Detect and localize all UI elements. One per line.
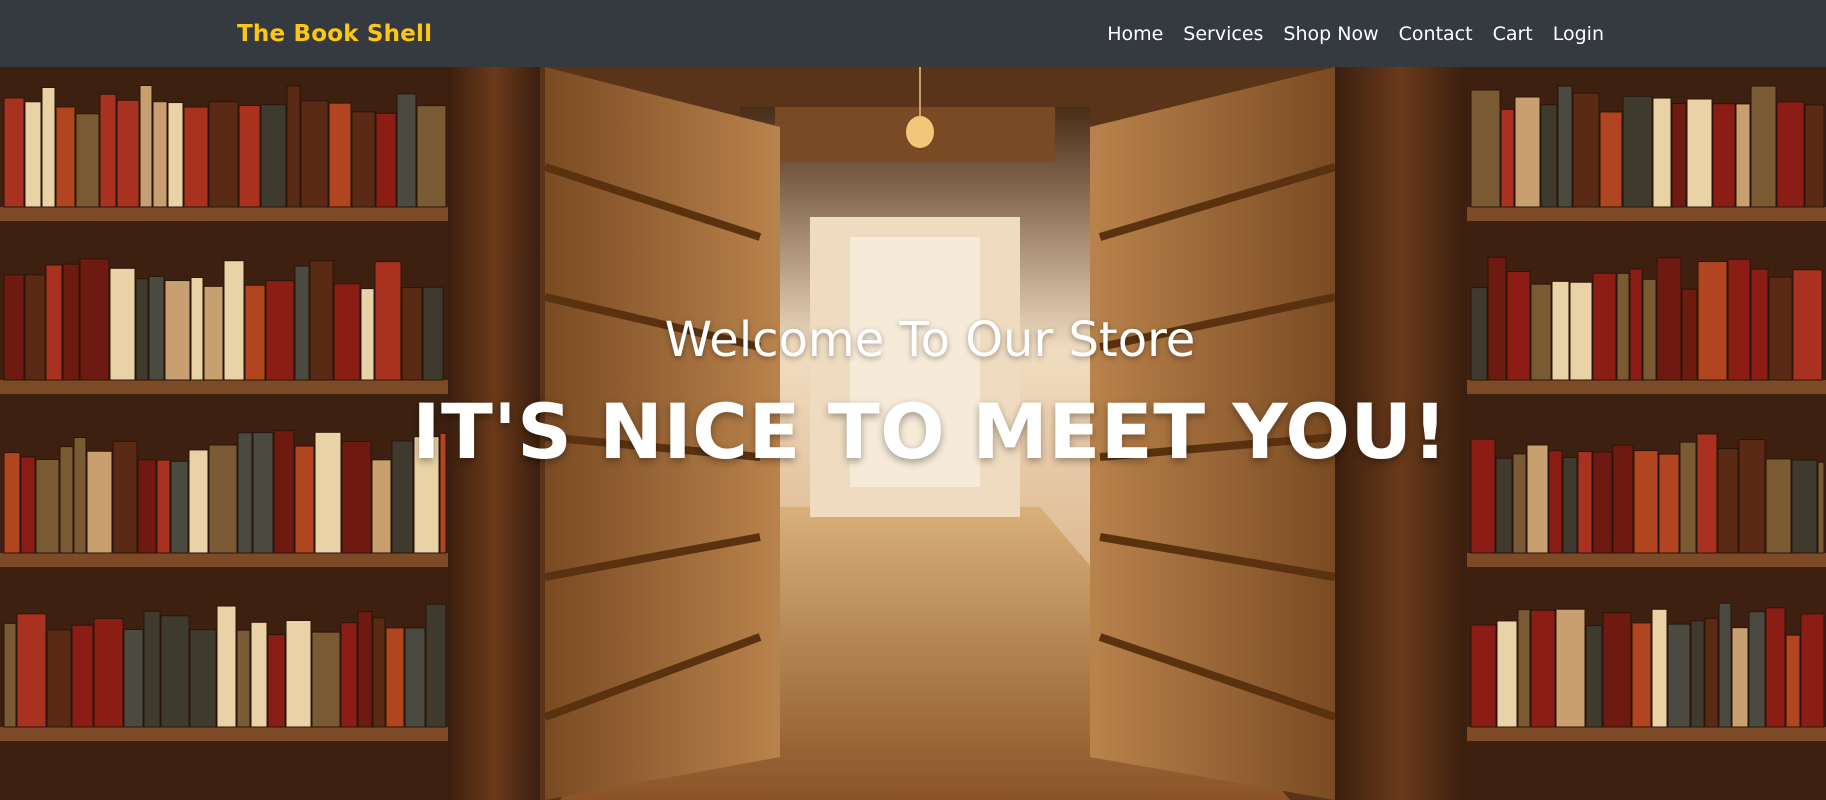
nav-link-shop-now[interactable]: Shop Now — [1273, 23, 1388, 45]
nav-link-services[interactable]: Services — [1173, 23, 1273, 45]
hero-section: Welcome To Our Store IT'S NICE TO MEET Y… — [0, 67, 1826, 800]
hero-text: Welcome To Our Store IT'S NICE TO MEET Y… — [0, 67, 1826, 800]
nav-link-home[interactable]: Home — [1097, 23, 1173, 45]
nav-links: Home Services Shop Now Contact Cart Logi… — [1097, 0, 1614, 67]
navbar: The Book Shell Home Services Shop Now Co… — [0, 0, 1826, 67]
nav-link-login[interactable]: Login — [1543, 23, 1614, 45]
brand-logo-link[interactable]: The Book Shell — [237, 0, 432, 67]
nav-link-cart[interactable]: Cart — [1483, 23, 1543, 45]
nav-link-contact[interactable]: Contact — [1389, 23, 1483, 45]
hero-heading: IT'S NICE TO MEET YOU! — [412, 387, 1448, 476]
hero-subheading: Welcome To Our Store — [664, 312, 1196, 368]
